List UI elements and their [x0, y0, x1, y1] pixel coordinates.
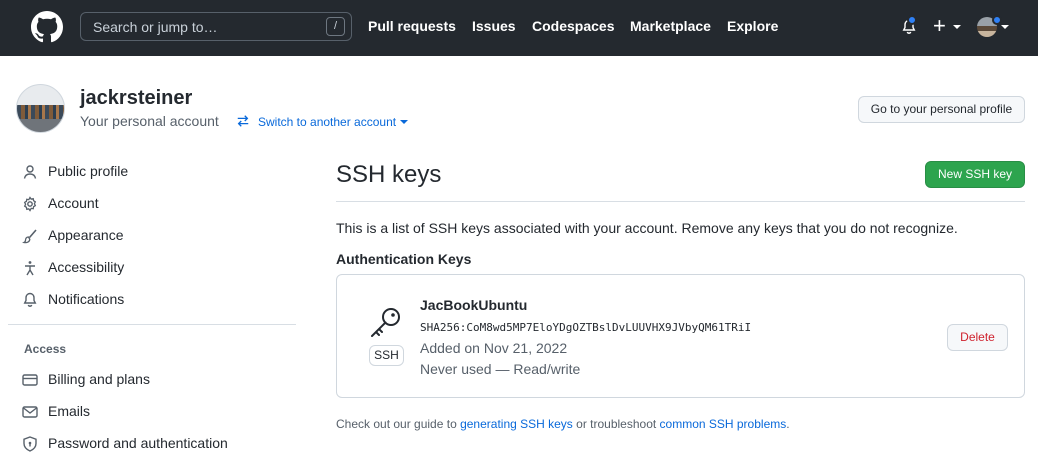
chevron-down-icon[interactable] — [1001, 25, 1009, 29]
delete-key-button[interactable]: Delete — [947, 324, 1008, 351]
key-title: JacBookUbuntu — [420, 297, 528, 313]
sidebar-item-label: Billing and plans — [48, 371, 150, 387]
top-navigation-bar: Search or jump to… / Pull requests Issue… — [0, 0, 1038, 56]
notification-dot — [907, 15, 917, 25]
shield-lock-icon — [23, 436, 37, 452]
chevron-down-icon[interactable] — [400, 120, 408, 124]
account-subtitle: Your personal account — [80, 113, 219, 129]
mail-icon — [22, 406, 38, 418]
sidebar-item-label: Account — [48, 195, 99, 211]
chevron-down-icon[interactable] — [953, 25, 961, 29]
avatar-status-dot — [992, 15, 1002, 25]
title-divider — [336, 201, 1025, 202]
search-input[interactable]: Search or jump to… / — [80, 12, 352, 41]
sidebar-item-label: Notifications — [48, 291, 125, 307]
new-ssh-key-button[interactable]: New SSH key — [925, 161, 1025, 188]
plus-icon[interactable]: + — [933, 13, 946, 39]
key-type-label: SSH — [369, 345, 404, 366]
key-usage-status: Never used — Read/write — [420, 361, 581, 377]
footer-middle: or troubleshoot — [572, 417, 660, 431]
nav-codespaces[interactable]: Codespaces — [532, 18, 614, 34]
footer-prefix: Check out our guide to — [336, 417, 461, 431]
sidebar-item-label: Appearance — [48, 227, 124, 243]
sidebar-item-label: Public profile — [48, 163, 129, 179]
sidebar-heading-access: Access — [24, 342, 67, 356]
sidebar-item-label: Password and authentication — [48, 435, 228, 451]
page-title: SSH keys — [336, 161, 442, 188]
nav-marketplace[interactable]: Marketplace — [630, 18, 711, 34]
switch-account-link[interactable]: Switch to another account — [258, 115, 396, 129]
sidebar-item-label: Accessibility — [48, 259, 125, 275]
gear-icon — [23, 196, 37, 212]
sidebar-item-label: Emails — [48, 403, 91, 419]
generating-ssh-keys-link[interactable]: generating SSH keys — [460, 417, 573, 431]
ssh-key-list-item — [336, 274, 1025, 398]
key-icon — [371, 308, 400, 337]
account-avatar — [16, 84, 65, 133]
credit-card-icon — [22, 374, 38, 386]
authentication-keys-heading: Authentication Keys — [336, 251, 472, 267]
common-ssh-problems-link[interactable]: common SSH problems — [660, 417, 787, 431]
search-shortcut-key: / — [326, 17, 345, 36]
key-fingerprint: SHA256:CoM8wd5MP7EloYDgOZTBslDvLUUVHX9JV… — [420, 321, 752, 334]
page-description: This is a list of SSH keys associated wi… — [336, 220, 958, 236]
nav-explore[interactable]: Explore — [727, 18, 778, 34]
sidebar-divider — [8, 324, 296, 325]
search-placeholder: Search or jump to… — [93, 19, 218, 35]
person-icon — [23, 165, 37, 179]
nav-issues[interactable]: Issues — [472, 18, 516, 34]
key-added-date: Added on Nov 21, 2022 — [420, 340, 568, 356]
footer-suffix: . — [786, 417, 790, 431]
go-to-profile-button[interactable]: Go to your personal profile — [858, 96, 1025, 123]
accessibility-icon — [25, 261, 35, 276]
nav-pull-requests[interactable]: Pull requests — [368, 18, 456, 34]
arrow-switch-icon — [237, 115, 249, 127]
bell-icon — [23, 292, 37, 307]
paintbrush-icon — [22, 229, 37, 244]
github-logo-icon[interactable] — [31, 11, 63, 43]
help-footer: Check out our guide to generating SSH ke… — [336, 417, 790, 431]
account-username: jackrsteiner — [80, 87, 193, 109]
